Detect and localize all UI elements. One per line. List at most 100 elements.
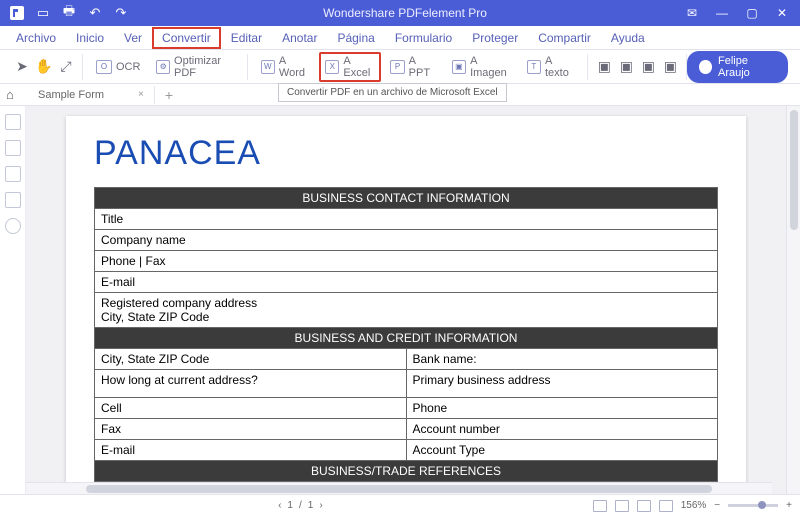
undo-icon[interactable]: ↶ [84,2,106,24]
menu-compartir[interactable]: Compartir [528,27,601,49]
s2-r3: Phone [406,398,718,419]
view-facing-icon[interactable] [637,500,651,512]
close-icon[interactable]: ✕ [768,2,796,24]
zoom-tool-icon[interactable]: ⤢ [56,57,76,77]
sidebar [0,106,26,494]
tab-close-icon[interactable]: × [138,89,144,100]
user-label: Felipe Araujo [718,55,776,79]
view-continuous-icon[interactable] [615,500,629,512]
optimize-icon: ⚙ [156,60,170,74]
ppt-icon: P [390,60,404,74]
to-word-button[interactable]: WA Word [254,51,318,83]
s2-l4: Fax [95,419,407,440]
s1-address: Registered company addressCity, State ZI… [95,293,718,328]
section3-header: BUSINESS/TRADE REFERENCES [95,461,718,482]
ocr-icon: O [96,60,112,74]
menu-editar[interactable]: Editar [221,27,272,49]
vertical-scrollbar[interactable] [786,106,800,494]
zoom-out-icon[interactable]: − [714,500,720,511]
ocr-button[interactable]: OOCR [89,56,147,78]
h-scroll-thumb[interactable] [86,485,713,493]
s1-title: Title [95,209,718,230]
zoom-slider[interactable] [728,504,778,507]
redo-icon[interactable]: ↷ [110,2,132,24]
comments-icon[interactable] [5,218,21,234]
pdf-page: PANACEA BUSINESS CONTACT INFORMATION Tit… [66,116,746,494]
to-excel-button[interactable]: XA Excel [319,52,381,82]
home-tab-icon[interactable]: ⌂ [6,87,22,102]
s2-r1: Bank name: [406,349,718,370]
to-text-label: A texto [545,55,574,79]
avatar-icon [699,60,712,74]
section1-header: BUSINESS CONTACT INFORMATION [95,188,718,209]
statusbar: ‹ 1 / 1 › 156% − + [0,494,800,516]
menu-ver[interactable]: Ver [114,27,152,49]
attachments-icon[interactable] [5,192,21,208]
app-logo-icon [6,2,28,24]
to-text-button[interactable]: T A texto [520,51,582,83]
v-scroll-thumb[interactable] [790,110,798,230]
open-icon[interactable]: ▭ [32,2,54,24]
to-image-label: A Imagen [470,55,511,79]
horizontal-scrollbar[interactable] [26,482,772,494]
text-icon: T [527,60,541,74]
page-next-icon[interactable]: › [319,500,322,511]
page-current: 1 [287,500,293,511]
menu-proteger[interactable]: Proteger [462,27,528,49]
app-title: Wondershare PDFelement Pro [132,6,678,20]
to-word-label: A Word [279,55,310,79]
menu-archivo[interactable]: Archivo [6,27,66,49]
page-total: 1 [308,500,314,511]
tab-label: Sample Form [38,89,104,101]
thumbnails-icon[interactable] [5,114,21,130]
menu-inicio[interactable]: Inicio [66,27,114,49]
zoom-in-icon[interactable]: + [786,500,792,511]
document-tab[interactable]: Sample Form × [28,86,155,104]
page-sep: / [299,500,302,511]
batch-icon-2[interactable]: ▣ [616,57,636,77]
toolbar: ➤ ✋ ⤢ OOCR ⚙ Optimizar PDF WA Word XA Exc… [0,50,800,84]
s2-l1: City, State ZIP Code [95,349,407,370]
page-prev-icon[interactable]: ‹ [278,500,281,511]
optimize-button[interactable]: ⚙ Optimizar PDF [149,51,240,83]
minimize-icon[interactable]: — [708,2,736,24]
image-icon: ▣ [452,60,466,74]
main-body: PANACEA BUSINESS CONTACT INFORMATION Tit… [0,106,800,494]
new-tab-icon[interactable]: + [161,87,173,103]
page-indicator: ‹ 1 / 1 › [278,500,323,511]
menu-formulario[interactable]: Formulario [385,27,462,49]
menubar: Archivo Inicio Ver Convertir Editar Anot… [0,26,800,50]
s2-l2: How long at current address? [95,370,407,398]
optimize-label: Optimizar PDF [174,55,234,79]
batch-icon-3[interactable]: ▣ [638,57,658,77]
s1-phone: Phone | Fax [95,251,718,272]
batch-group-icon[interactable]: ▣ [594,57,614,77]
select-tool-icon[interactable]: ➤ [12,57,32,77]
menu-ayuda[interactable]: Ayuda [601,27,655,49]
menu-anotar[interactable]: Anotar [272,27,327,49]
document-canvas[interactable]: PANACEA BUSINESS CONTACT INFORMATION Tit… [26,106,786,494]
form-table: BUSINESS CONTACT INFORMATION Title Compa… [94,187,718,494]
hand-tool-icon[interactable]: ✋ [34,57,54,77]
to-ppt-button[interactable]: P A PPT [383,51,442,83]
user-button[interactable]: Felipe Araujo [687,51,788,83]
section2-header: BUSINESS AND CREDIT INFORMATION [95,328,718,349]
print-icon[interactable]: 🖶 [58,2,80,24]
to-ppt-label: A PPT [409,55,436,79]
maximize-icon[interactable]: ▢ [738,2,766,24]
search-panel-icon[interactable] [5,166,21,182]
s1-email: E-mail [95,272,718,293]
zoom-slider-thumb[interactable] [758,501,766,509]
view-cover-icon[interactable] [659,500,673,512]
menu-pagina[interactable]: Página [327,27,384,49]
view-single-icon[interactable] [593,500,607,512]
to-image-button[interactable]: ▣ A Imagen [445,51,518,83]
mail-icon[interactable]: ✉ [678,2,706,24]
bookmarks-icon[interactable] [5,140,21,156]
tooltip: Convertir PDF en un archivo de Microsoft… [278,83,507,102]
excel-icon: X [325,60,339,74]
batch-icon-4[interactable]: ▣ [660,57,680,77]
menu-convertir[interactable]: Convertir [152,27,221,49]
s2-l3: Cell [95,398,407,419]
s1-company: Company name [95,230,718,251]
